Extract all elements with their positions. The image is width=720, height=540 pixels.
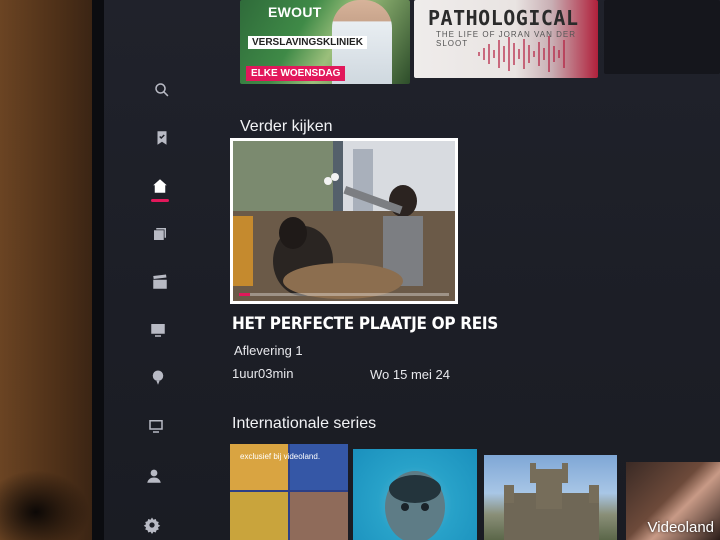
show-card-title: EWOUT (268, 4, 322, 20)
series-tile (290, 444, 348, 490)
settings-icon[interactable] (142, 515, 162, 535)
show-card-title: PATHOLOGICAL (428, 6, 579, 30)
bookmark-icon[interactable] (152, 128, 172, 148)
kids-balloon-icon[interactable] (148, 368, 168, 388)
room-shadow (0, 470, 90, 540)
watermark: Videoland (647, 519, 714, 536)
show-card-pathological[interactable]: PATHOLOGICAL THE LIFE OF JORAN VAN DER S… (414, 0, 598, 78)
search-icon[interactable] (152, 80, 172, 100)
section-title-continue-watching: Verder kijken (240, 118, 333, 135)
sidebar-nav (104, 0, 214, 540)
home-icon[interactable] (150, 176, 170, 196)
show-card-subtitle: VERSLAVINGSKLINIEK (248, 36, 367, 49)
watch-progress-bar (239, 293, 449, 296)
watch-progress-fill (239, 293, 250, 296)
episode-duration: 1uur03min (232, 366, 294, 381)
tv-screen: EWOUT VERSLAVINGSKLINIEK ELKE WOENSDAG P… (104, 0, 720, 540)
series-card-1[interactable]: exclusief bij videoland. (230, 444, 348, 540)
series-artwork (385, 471, 445, 540)
exclusive-tag: exclusief bij videoland. (240, 452, 321, 461)
show-card-badge: ELKE WOENSDAG (246, 66, 346, 81)
show-card-partial[interactable] (604, 0, 720, 74)
section-title-international-series: Internationale series (232, 415, 377, 432)
continue-watching-card[interactable] (230, 138, 458, 304)
series-tile (230, 444, 288, 490)
episode-number: Aflevering 1 (234, 343, 303, 358)
episode-thumbnail (233, 141, 455, 301)
series-tile (290, 492, 348, 540)
series-tile (230, 492, 288, 540)
episode-title: HET PERFECTE PLAATJE OP REIS (232, 314, 499, 334)
tv-program-icon[interactable] (148, 320, 168, 340)
active-indicator (151, 199, 169, 202)
episode-date: Wo 15 mei 24 (370, 367, 450, 382)
profile-icon[interactable] (144, 466, 164, 486)
show-card-ewout[interactable]: EWOUT VERSLAVINGSKLINIEK ELKE WOENSDAG (240, 0, 410, 84)
series-card-2[interactable] (353, 449, 477, 540)
series-icon[interactable] (150, 224, 170, 244)
series-artwork (504, 463, 599, 540)
live-tv-icon[interactable] (146, 416, 166, 436)
soundwave-graphic (478, 36, 565, 72)
clapperboard-icon[interactable] (150, 272, 170, 292)
series-card-3[interactable] (484, 455, 617, 540)
